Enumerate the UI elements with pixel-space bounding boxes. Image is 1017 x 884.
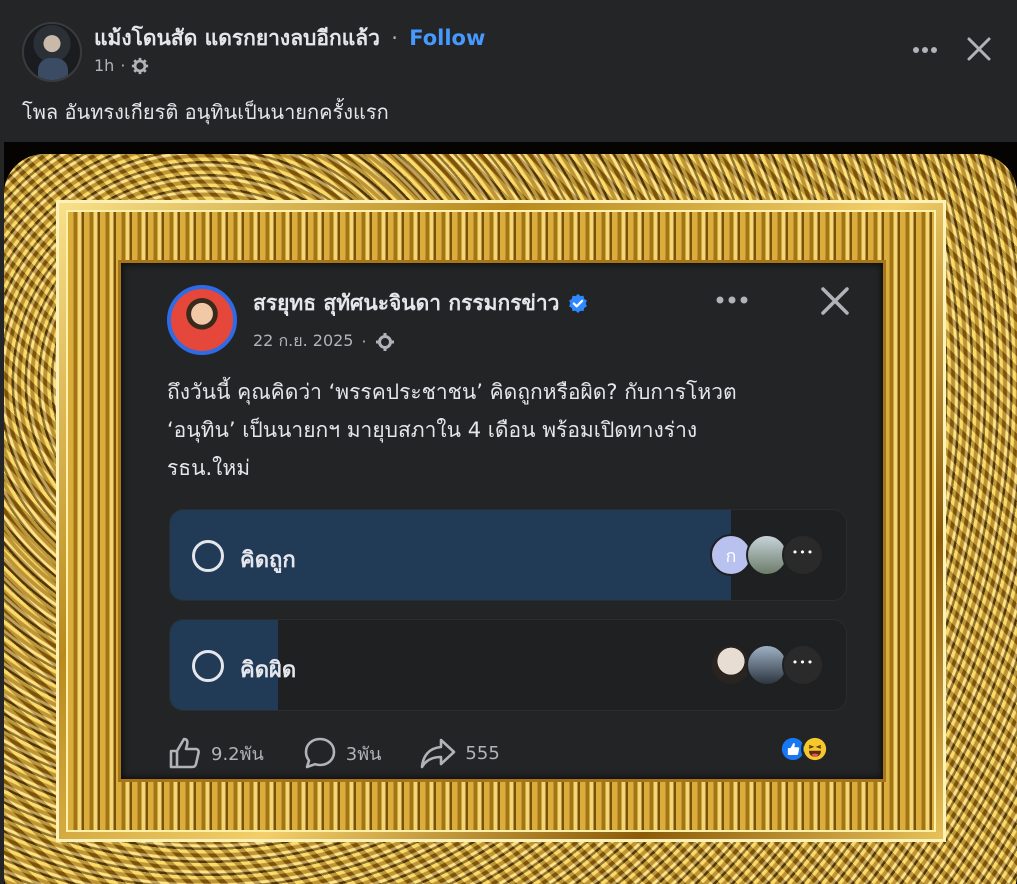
radio-circle-icon <box>192 540 224 572</box>
comment-count-text: 3พัน <box>345 743 382 765</box>
verified-badge-icon <box>569 293 588 313</box>
like-thumb-icon <box>169 737 200 769</box>
share-count: 555 <box>419 735 500 771</box>
poll-option-2: คิดผิด <box>169 619 847 711</box>
embedded-date: 22 ก.ย. 2025 <box>253 331 354 350</box>
embedded-text-line: ถึงวันนี้ คุณคิดว่า ‘พรรคประชาชน’ คิดถูก… <box>167 380 737 404</box>
embedded-post-text: ถึงวันนี้ คุณคิดว่า ‘พรรคประชาชน’ คิดถูก… <box>167 373 827 487</box>
gear-icon <box>375 332 394 351</box>
close-button[interactable] <box>958 28 1000 70</box>
share-arrow-icon <box>421 738 456 769</box>
more-voters-icon <box>782 644 824 686</box>
more-voters-icon <box>782 534 824 576</box>
embedded-meta-dot: · <box>361 332 367 351</box>
like-count-text: 9.2พัน <box>211 743 264 765</box>
poll-option-1: คิดถูก ก <box>169 509 847 601</box>
post-caption: โพล อันทรงเกียรติ อนุทินเป็นนายกครั้งแรก <box>22 100 389 124</box>
embedded-more-icon <box>711 285 753 315</box>
embedded-post-screenshot: สรยุทธ สุทัศนะจินดา กรรมกรข่าว 22 ก.ย. 2… <box>118 260 886 782</box>
share-count-text: 555 <box>465 742 500 764</box>
meta-dot: · <box>120 56 126 75</box>
follow-button[interactable]: Follow <box>409 26 485 50</box>
author-line: แม้งโดนสัด แดรกยางลบอีกแล้ว · Follow <box>94 22 485 55</box>
embedded-author-name: สรยุทธ สุทัศนะจินดา กรรมกรข่าว <box>253 291 560 315</box>
embedded-author-avatar <box>167 285 237 355</box>
poll-option-label: คิดถูก <box>240 548 296 573</box>
embedded-action-bar: 9.2พัน 3พัน 555 <box>167 733 538 773</box>
embedded-close-icon <box>815 281 855 321</box>
author-avatar[interactable] <box>22 22 82 82</box>
post-header: แม้งโดนสัด แดรกยางลบอีกแล้ว · Follow 1h … <box>0 0 1017 90</box>
poll-voter-avatars <box>710 644 824 686</box>
post-image[interactable]: สรยุทธ สุทัศนะจินดา กรรมกรข่าว 22 ก.ย. 2… <box>4 142 1017 884</box>
separator-dot: · <box>391 26 398 50</box>
reaction-icons <box>779 735 829 763</box>
poll-option-label: คิดผิด <box>240 658 297 683</box>
embedded-meta: 22 ก.ย. 2025 · <box>253 329 395 354</box>
close-icon <box>821 287 849 315</box>
more-horizontal-icon <box>716 296 748 304</box>
embedded-text-line: รธน.ใหม่ <box>167 456 251 480</box>
comment-bubble-icon <box>304 737 336 769</box>
close-icon <box>967 37 991 61</box>
like-count: 9.2พัน <box>167 735 264 771</box>
more-options-button[interactable] <box>904 32 946 68</box>
poll-voter-avatars: ก <box>710 534 824 576</box>
haha-reaction-icon <box>801 735 829 763</box>
author-name[interactable]: แม้งโดนสัด แดรกยางลบอีกแล้ว <box>94 26 380 50</box>
more-horizontal-icon <box>913 47 937 53</box>
radio-circle-icon <box>192 650 224 682</box>
post-meta: 1h · <box>94 56 149 75</box>
post-time[interactable]: 1h <box>94 56 114 75</box>
comment-count: 3พัน <box>302 735 382 771</box>
embedded-author-line: สรยุทธ สุทัศนะจินดา กรรมกรข่าว <box>253 287 589 320</box>
gear-icon <box>132 57 149 74</box>
embedded-text-line: ‘อนุทิน’ เป็นนายกฯ มายุบสภาใน 4 เดือน พร… <box>167 418 698 442</box>
